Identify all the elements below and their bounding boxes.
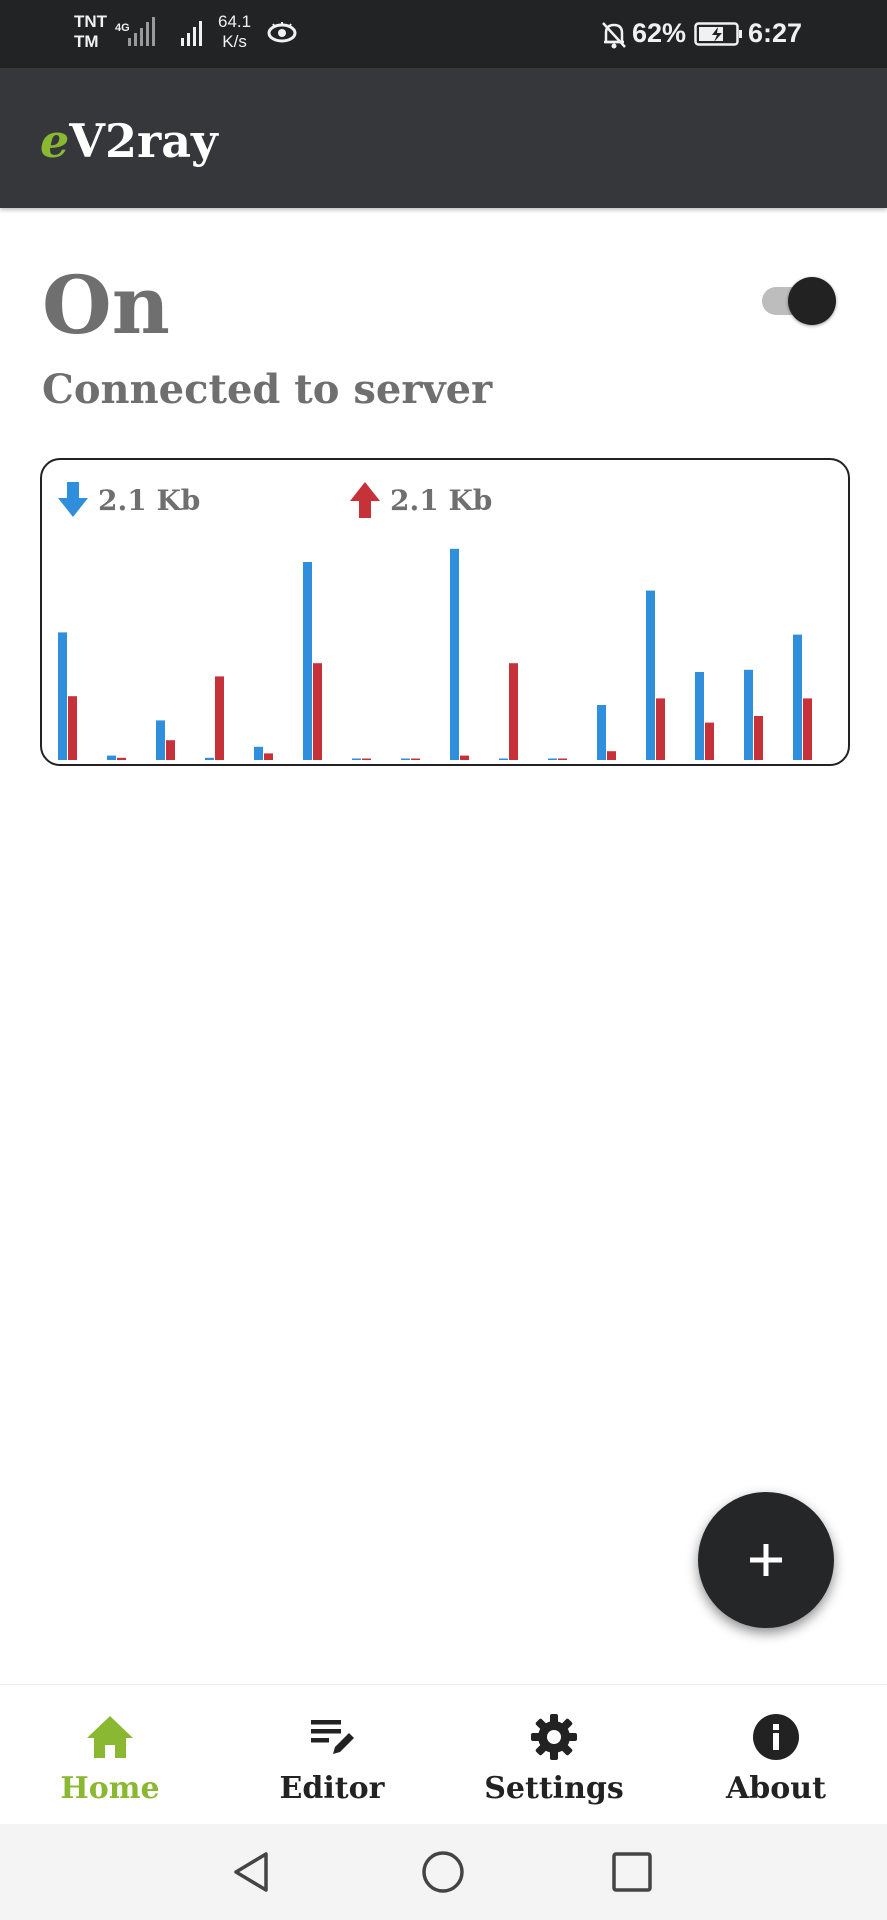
download-bar-6: [352, 758, 361, 760]
download-legend: 2.1 Kb: [58, 480, 200, 520]
speed-unit: K/s: [222, 32, 247, 51]
battery-charging-icon: [694, 22, 742, 46]
nav-about-label: About: [726, 1771, 826, 1806]
nav-home[interactable]: Home: [20, 1711, 200, 1811]
download-bar-4: [254, 746, 263, 760]
carrier-name: TNT TM: [74, 12, 107, 52]
arrow-down-icon: [58, 482, 88, 517]
download-bar-0: [58, 632, 67, 760]
signal-strength-icon-2: [181, 21, 202, 46]
clock: 6:27: [748, 18, 803, 48]
bottom-navigation: Home Editor Settings About: [0, 1684, 887, 1825]
speed-value: 64.1: [218, 12, 252, 31]
upload-bar-0: [68, 696, 77, 760]
back-icon[interactable]: [230, 1848, 274, 1896]
edit-icon: [311, 1720, 354, 1754]
download-bar-13: [695, 672, 704, 760]
download-bar-12: [646, 590, 655, 760]
nav-editor-label: Editor: [279, 1771, 385, 1806]
upload-bar-15: [803, 698, 812, 760]
network-speed: 64.1 K/s: [218, 12, 251, 52]
recents-icon[interactable]: [610, 1848, 654, 1896]
upload-bar-11: [607, 751, 616, 760]
download-bar-2: [156, 720, 165, 760]
app-title-prefix: e: [40, 114, 70, 168]
nav-about[interactable]: About: [686, 1711, 866, 1811]
upload-bar-3: [215, 676, 224, 760]
nav-home-label: Home: [60, 1771, 160, 1806]
app-title: eV2ray: [40, 114, 218, 168]
download-bar-15: [793, 634, 802, 760]
nav-editor[interactable]: Editor: [242, 1711, 422, 1811]
upload-bar-12: [656, 698, 665, 760]
download-bar-3: [205, 757, 214, 760]
upload-bar-7: [411, 758, 420, 760]
status-bar: TNT TM 4G 64.1 K/s 62% 6:27: [0, 0, 887, 68]
eye-icon: [267, 22, 297, 43]
arrow-up-icon: [350, 482, 380, 518]
connection-state-subtitle: Connected to server: [42, 366, 493, 413]
upload-legend: 2.1 Kb: [350, 480, 492, 520]
download-bar-8: [450, 548, 459, 760]
upload-bar-13: [705, 722, 714, 760]
download-amount: 2.1 Kb: [98, 483, 201, 517]
download-bar-5: [303, 562, 312, 760]
home-icon: [87, 1716, 133, 1758]
upload-bar-4: [264, 753, 273, 760]
upload-bar-1: [117, 757, 126, 760]
plus-icon: [750, 1544, 782, 1576]
carrier-line-2: TM: [74, 32, 99, 51]
upload-bar-9: [509, 663, 518, 760]
download-bar-14: [744, 669, 753, 760]
upload-bar-2: [166, 740, 175, 760]
upload-bar-8: [460, 755, 469, 760]
notifications-off-icon: [602, 22, 626, 49]
info-icon: [753, 1714, 799, 1760]
app-bar: eV2ray: [0, 68, 887, 208]
app-title-rest: V2ray: [69, 114, 218, 168]
traffic-chart-card: 2.1 Kb 2.1 Kb: [40, 458, 850, 766]
upload-amount: 2.1 Kb: [390, 483, 493, 517]
download-bar-11: [597, 705, 606, 760]
home-circle-icon[interactable]: [420, 1848, 466, 1896]
download-bar-9: [499, 758, 508, 760]
upload-bar-10: [558, 758, 567, 760]
upload-bar-14: [754, 716, 763, 760]
add-config-button[interactable]: [698, 1492, 834, 1628]
connection-state-title: On: [42, 258, 170, 352]
system-navigation-bar: [0, 1824, 887, 1920]
download-bar-1: [107, 755, 116, 760]
upload-bar-5: [313, 663, 322, 760]
download-bar-10: [548, 758, 557, 760]
carrier-line-1: TNT: [74, 12, 108, 31]
download-bar-7: [401, 758, 410, 760]
toggle-knob: [788, 277, 836, 325]
nav-settings[interactable]: Settings: [464, 1711, 644, 1811]
signal-strength-icon: [128, 17, 155, 46]
upload-bar-6: [362, 758, 371, 760]
nav-settings-label: Settings: [484, 1771, 624, 1806]
gear-icon: [531, 1714, 577, 1760]
battery-percent: 62%: [632, 18, 687, 48]
connection-toggle[interactable]: [758, 275, 840, 327]
